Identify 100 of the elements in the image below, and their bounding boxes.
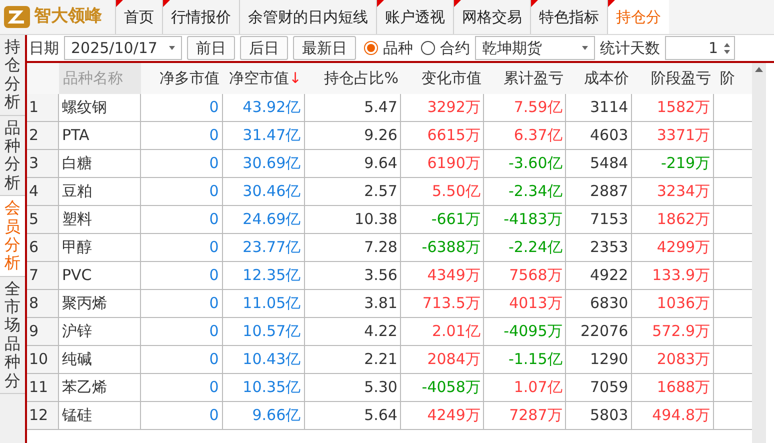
table-cell: 锰硅: [58, 402, 141, 429]
table-cell: 24.69亿: [222, 206, 305, 233]
table-cell: -219万: [632, 150, 714, 177]
day-button[interactable]: 前日: [187, 36, 235, 60]
table-cell: 纯碱: [58, 346, 141, 373]
table-cell: 0: [140, 206, 223, 233]
table-cell: 1862万: [632, 206, 714, 233]
row-number: 3: [27, 150, 59, 177]
table-cell: -4095万: [484, 318, 566, 345]
table-cell: 2353: [566, 234, 632, 261]
table-cell: 5.47: [304, 94, 402, 121]
side-tab[interactable]: 全市场品种分: [0, 276, 25, 394]
mode-radio[interactable]: 品种: [364, 36, 413, 60]
row-number: 5: [27, 206, 59, 233]
column-header[interactable]: 变化市值: [401, 63, 484, 94]
table-cell: 1688万: [632, 374, 714, 401]
table-cell: 30.46亿: [222, 178, 305, 205]
table-cell: PVC: [58, 262, 141, 289]
days-label: 统计天数: [600, 38, 660, 59]
date-label: 日期: [29, 38, 59, 59]
table-cell: 572.9万: [632, 318, 714, 345]
column-header[interactable]: 成本价: [566, 63, 632, 94]
side-tab[interactable]: 持仓分析: [0, 35, 25, 116]
table-cell: 11.05亿: [222, 290, 305, 317]
scrollbar[interactable]: [752, 63, 766, 443]
table-cell: 4249万: [401, 402, 484, 429]
table-cell: 3114: [566, 94, 632, 121]
table-cell: -2.34亿: [484, 178, 566, 205]
table-cell: 12.35亿: [222, 262, 305, 289]
table-cell: 5.64: [304, 402, 402, 429]
table-cell: -2.24亿: [484, 234, 566, 261]
table-cell: 30.69亿: [222, 150, 305, 177]
table-cell: 0: [140, 346, 223, 373]
day-button[interactable]: 最新日: [293, 36, 356, 60]
nav-tab[interactable]: 网格交易: [453, 0, 530, 34]
table-cell: 2887: [566, 178, 632, 205]
table-cell: -6388万: [401, 234, 484, 261]
table-cell: 22076: [566, 318, 632, 345]
row-number: 12: [27, 402, 59, 429]
table-cell: 713.5万: [401, 290, 484, 317]
table-cell: 4.22: [304, 318, 402, 345]
table-cell: 5.30: [304, 374, 402, 401]
table-cell: 沪锌: [58, 318, 141, 345]
days-spinner[interactable]: 1: [665, 36, 735, 60]
table-cell: 7153: [566, 206, 632, 233]
table-cell: 2084万: [401, 346, 484, 373]
row-number: 2: [27, 122, 59, 149]
broker-select[interactable]: 乾坤期货: [475, 36, 595, 60]
table-cell: 0: [140, 402, 223, 429]
scroll-up-icon[interactable]: [755, 67, 763, 72]
table-cell: 7059: [566, 374, 632, 401]
nav-tab[interactable]: 账户透视: [376, 0, 453, 34]
table-cell: 2083万: [632, 346, 714, 373]
nav-tab[interactable]: 首页: [115, 0, 162, 34]
table-cell: 2.21: [304, 346, 402, 373]
table-cell: 10.35亿: [222, 374, 305, 401]
table-cell: 0: [140, 374, 223, 401]
table-cell: 133.9万: [632, 262, 714, 289]
column-header[interactable]: 净空市值↓: [222, 63, 305, 94]
table-cell: 0: [140, 122, 223, 149]
column-header[interactable]: 累计盈亏: [484, 63, 566, 94]
table-cell: 0: [140, 262, 223, 289]
table-cell: 23.77亿: [222, 234, 305, 261]
table-cell: 5484: [566, 150, 632, 177]
table-cell: -4058万: [401, 374, 484, 401]
table-cell: 0: [140, 234, 223, 261]
table-cell: 3292万: [401, 94, 484, 121]
column-header[interactable]: 持仓占比%: [304, 63, 402, 94]
table-cell: 5.50亿: [401, 178, 484, 205]
table-cell: 7.59亿: [484, 94, 566, 121]
table-cell: 9.66亿: [222, 402, 305, 429]
nav-tab[interactable]: 行情报价: [162, 0, 239, 34]
column-header[interactable]: 阶段盈亏: [632, 63, 714, 94]
logo-text: 智大领峰: [34, 5, 102, 28]
table-cell: 1290: [566, 346, 632, 373]
table-cell: 1.07亿: [484, 374, 566, 401]
table-cell: 6190万: [401, 150, 484, 177]
date-field[interactable]: 2025/10/17: [64, 36, 182, 60]
nav-tab[interactable]: 余管财的日内短线: [239, 0, 376, 34]
table-cell: 聚丙烯: [58, 290, 141, 317]
table-cell: 9.26: [304, 122, 402, 149]
day-button[interactable]: 后日: [240, 36, 288, 60]
table-cell: 10.38: [304, 206, 402, 233]
mode-radio[interactable]: 合约: [421, 36, 470, 60]
table-cell: 10.43亿: [222, 346, 305, 373]
table-cell: PTA: [58, 122, 141, 149]
table-cell: 5803: [566, 402, 632, 429]
column-header[interactable]: 净多市值: [140, 63, 223, 94]
table-cell: 塑料: [58, 206, 141, 233]
table-cell: -3.60亿: [484, 150, 566, 177]
table-cell: 0: [140, 318, 223, 345]
row-number: 6: [27, 234, 59, 261]
table-cell: 苯乙烯: [58, 374, 141, 401]
table-cell: 螺纹钢: [58, 94, 141, 121]
table-cell: 甲醇: [58, 234, 141, 261]
table-cell: 0: [140, 178, 223, 205]
column-header[interactable]: 阶: [714, 63, 752, 94]
row-number: 1: [27, 94, 59, 121]
table-cell: 9.64: [304, 150, 402, 177]
table-cell: 0: [140, 94, 223, 121]
